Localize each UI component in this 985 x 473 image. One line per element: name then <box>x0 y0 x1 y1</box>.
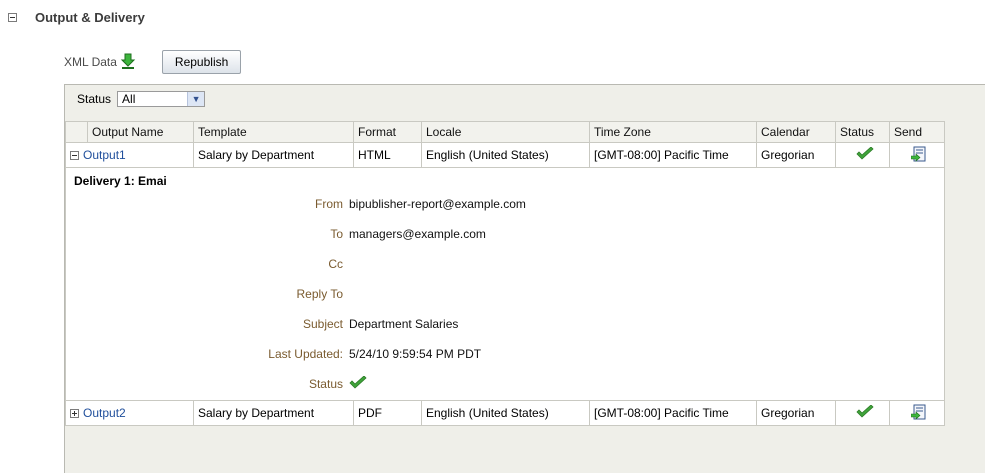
status-select[interactable]: All ▼ <box>117 91 206 107</box>
select-column-header <box>65 121 88 143</box>
xml-data-link[interactable]: XML Data <box>64 55 117 69</box>
column-header-time-zone[interactable]: Time Zone <box>589 121 757 143</box>
calendar-cell: Gregorian <box>756 400 836 426</box>
check-icon <box>349 374 367 393</box>
table-row: Output1 Salary by Department HTML Englis… <box>65 142 945 168</box>
calendar-cell: Gregorian <box>756 142 836 168</box>
to-value: managers@example.com <box>349 227 486 241</box>
locale-cell: English (United States) <box>421 400 590 426</box>
column-header-template[interactable]: Template <box>193 121 354 143</box>
reply-to-row: Reply To <box>67 286 767 302</box>
table-header-row: Output Name Template Format Locale Time … <box>65 121 945 143</box>
subject-row: Subject Department Salaries <box>67 316 767 332</box>
format-cell: HTML <box>353 142 422 168</box>
delivery-detail: Delivery 1: Emai From bipublisher-report… <box>66 168 944 400</box>
last-updated-value: 5/24/10 9:59:54 PM PDT <box>349 347 482 361</box>
section-title: Output & Delivery <box>35 9 145 25</box>
last-updated-row: Last Updated: 5/24/10 9:59:54 PM PDT <box>67 346 767 362</box>
output-panel: Status All ▼ Output Name Template Format… <box>64 84 985 473</box>
from-label: From <box>315 197 343 211</box>
send-cell <box>889 400 945 426</box>
send-document-icon[interactable] <box>910 146 927 165</box>
column-header-status[interactable]: Status <box>835 121 890 143</box>
status-cell <box>835 400 890 426</box>
status-filter: Status All ▼ <box>77 91 206 107</box>
column-header-output-name[interactable]: Output Name <box>87 121 194 143</box>
collapse-row-toggle[interactable] <box>70 150 79 160</box>
to-row: To managers@example.com <box>67 226 767 242</box>
expand-row-toggle[interactable] <box>70 408 79 418</box>
subject-label: Subject <box>302 317 343 331</box>
republish-button[interactable]: Republish <box>161 50 242 74</box>
send-document-icon[interactable] <box>910 404 927 423</box>
from-row: From bipublisher-report@example.com <box>67 196 767 212</box>
to-label: To <box>330 227 343 241</box>
collapse-section-toggle[interactable] <box>8 12 17 22</box>
output-table: Output Name Template Format Locale Time … <box>65 121 945 426</box>
timezone-cell: [GMT-08:00] Pacific Time <box>589 400 757 426</box>
download-arrow-icon[interactable] <box>120 53 136 72</box>
column-header-calendar[interactable]: Calendar <box>756 121 836 143</box>
table-row: Output2 Salary by Department PDF English… <box>65 400 945 426</box>
status-filter-label: Status <box>77 92 112 106</box>
check-icon <box>855 403 874 422</box>
timezone-cell: [GMT-08:00] Pacific Time <box>589 142 757 168</box>
template-cell: Salary by Department <box>193 400 354 426</box>
status-select-value: All <box>122 92 136 106</box>
output-name-cell: Output2 <box>65 400 194 426</box>
check-icon <box>855 145 874 164</box>
output-name-cell: Output1 <box>65 142 194 168</box>
output-link[interactable]: Output1 <box>83 148 126 162</box>
delivery-title: Delivery 1: Emai <box>74 174 167 188</box>
delivery-detail-row: Delivery 1: Emai From bipublisher-report… <box>65 167 945 401</box>
column-header-locale[interactable]: Locale <box>421 121 590 143</box>
column-header-format[interactable]: Format <box>353 121 422 143</box>
delivery-status-row: Status <box>67 374 767 393</box>
from-value: bipublisher-report@example.com <box>349 197 526 211</box>
template-cell: Salary by Department <box>193 142 354 168</box>
cc-row: Cc <box>67 256 767 272</box>
send-cell <box>889 142 945 168</box>
cc-label: Cc <box>328 257 343 271</box>
status-cell <box>835 142 890 168</box>
reply-to-label: Reply To <box>296 287 343 301</box>
locale-cell: English (United States) <box>421 142 590 168</box>
section-header: Output & Delivery <box>8 8 145 26</box>
subject-value: Department Salaries <box>349 317 459 331</box>
format-cell: PDF <box>353 400 422 426</box>
column-header-send[interactable]: Send <box>889 121 945 143</box>
delivery-status-label: Status <box>308 377 343 391</box>
output-link[interactable]: Output2 <box>83 406 126 420</box>
last-updated-label: Last Updated: <box>268 347 343 361</box>
toolbar: XML Data Republish <box>64 50 242 74</box>
chevron-down-icon[interactable]: ▼ <box>187 92 205 106</box>
